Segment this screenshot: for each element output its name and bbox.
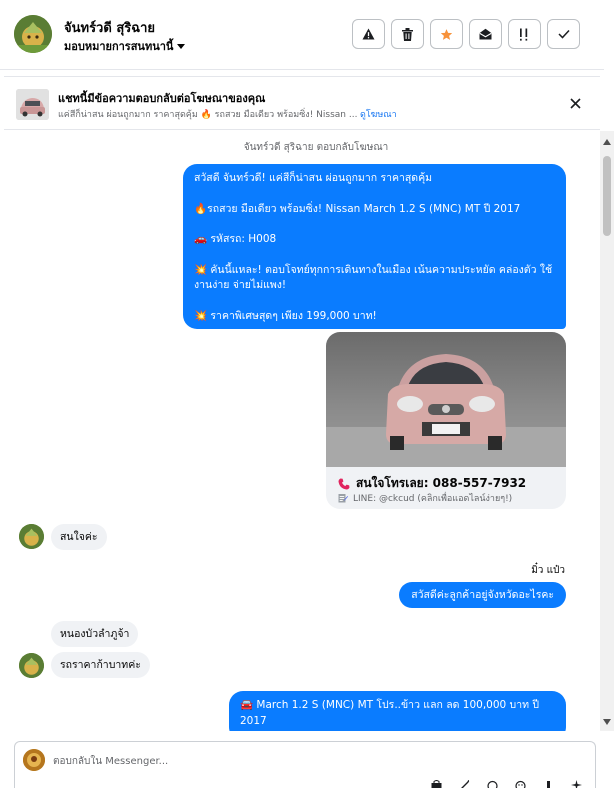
bag-icon[interactable] bbox=[429, 780, 443, 788]
mail-open-icon bbox=[479, 28, 492, 40]
assign-conversation-dropdown[interactable]: มอบหมายการสนทนานี้ bbox=[64, 37, 186, 55]
header-actions bbox=[352, 19, 580, 49]
ad-banner-title: แชทนี้มีข้อความตอบกลับต่อโฆษณาของคุณ bbox=[58, 92, 266, 105]
report-spam-button[interactable] bbox=[352, 19, 385, 49]
scroll-down-arrow-icon[interactable] bbox=[603, 719, 611, 725]
incoming-message[interactable]: รถราคาก้าบาทค่ะ bbox=[51, 652, 150, 678]
message-composer bbox=[14, 741, 596, 788]
reply-input[interactable] bbox=[53, 751, 473, 771]
ad-thumbnail[interactable] bbox=[16, 89, 49, 120]
line-contact-line[interactable]: LINE: @ckcud (คลิกเพื่อแอดไลน์ง่ายๆ!) bbox=[338, 491, 512, 505]
ad-reply-note: จันทร์วดี สุริฉาย ตอบกลับโฆษณา bbox=[243, 142, 389, 153]
contact-avatar[interactable] bbox=[14, 15, 52, 53]
outgoing-message[interactable]: สวัสดีค่ะลูกค้าอยู่จังหวัดอะไรคะ bbox=[399, 582, 566, 608]
ad-banner-subtitle: แค่สีก็น่าสน ผ่อนถูกมาก ราคาสุดคุ้ม 🔥 รถ… bbox=[58, 110, 358, 120]
delete-button[interactable] bbox=[391, 19, 424, 49]
outgoing-message[interactable]: 🚘 March 1.2 S (MNC) MT โปร..ข้าว แลก ลด … bbox=[229, 691, 566, 731]
message-line: 🔥รถสวย มือเดียว พร้อมซิ่ง! Nissan March … bbox=[194, 202, 521, 215]
message-line: สวัสดี จันทร์วดี! แค่สีก็น่าสน ผ่อนถูกมา… bbox=[194, 172, 433, 184]
conversation-header: จันทร์วดี สุริฉาย มอบหมายการสนทนานี้ bbox=[0, 0, 604, 70]
check-icon bbox=[557, 29, 570, 39]
follow-up-button[interactable] bbox=[430, 19, 463, 49]
phone-icon bbox=[338, 478, 350, 489]
car-photo bbox=[326, 332, 566, 467]
scroll-up-arrow-icon[interactable] bbox=[603, 139, 611, 145]
line-text: LINE: @ckcud (คลิกเพื่อแอดไลน์ง่ายๆ!) bbox=[353, 494, 513, 504]
composer-toolbar bbox=[429, 780, 583, 788]
incoming-message[interactable]: หนองบัวลำภูจ้า bbox=[51, 621, 139, 647]
message-line: 💥 คันนี้แหละ! ตอบโจทย์ทุกการเดินทางในเมื… bbox=[194, 263, 553, 292]
contact-name[interactable]: จันทร์วดี สุริฉาย bbox=[64, 17, 155, 38]
important-icon bbox=[519, 28, 527, 41]
trash-icon bbox=[402, 27, 413, 41]
close-icon bbox=[569, 97, 581, 109]
view-ad-link[interactable]: ดูโฆษณา bbox=[360, 107, 397, 121]
chat-scrollbar[interactable] bbox=[600, 131, 614, 731]
agent-name: มิ๋ว แป๋ว bbox=[531, 565, 565, 576]
warning-icon bbox=[362, 28, 375, 40]
pencil-note-icon bbox=[338, 494, 348, 503]
page-avatar bbox=[23, 749, 45, 771]
assign-label: มอบหมายการสนทนานี้ bbox=[64, 40, 174, 53]
car-ad-card[interactable]: สนใจโทรเลย: 088-557-7932 LINE: @ckcud (ค… bbox=[326, 332, 566, 509]
message-line: 💥 ราคาพิเศษสุดๆ เพียง 199,000 บาท! bbox=[194, 309, 377, 322]
sparkle-icon[interactable] bbox=[569, 780, 583, 788]
outgoing-ad-message[interactable]: สวัสดี จันทร์วดี! แค่สีก็น่าสน ผ่อนถูกมา… bbox=[183, 164, 566, 329]
like-icon[interactable] bbox=[541, 780, 555, 788]
attach-icon[interactable] bbox=[457, 780, 471, 788]
mark-done-button[interactable] bbox=[547, 19, 580, 49]
mark-unread-button[interactable] bbox=[469, 19, 502, 49]
incoming-message[interactable]: สนใจค่ะ bbox=[51, 524, 107, 550]
scrollbar-thumb[interactable] bbox=[603, 156, 611, 236]
caret-down-icon bbox=[177, 43, 186, 49]
ad-reply-banner: แชทนี้มีข้อความตอบกลับต่อโฆษณาของคุณ แค่… bbox=[4, 76, 600, 130]
message-thread[interactable]: จันทร์วดี สุริฉาย ตอบกลับโฆษณา สวัสดี จั… bbox=[0, 131, 604, 731]
star-icon bbox=[440, 28, 453, 40]
message-line: 🚗 รหัสรถ: H008 bbox=[194, 233, 277, 245]
contact-avatar bbox=[19, 653, 44, 678]
emoji-icon[interactable] bbox=[485, 780, 499, 788]
contact-avatar bbox=[19, 524, 44, 549]
mark-important-button[interactable] bbox=[508, 19, 541, 49]
smiley-icon[interactable] bbox=[513, 780, 527, 788]
close-banner-button[interactable] bbox=[566, 94, 584, 112]
